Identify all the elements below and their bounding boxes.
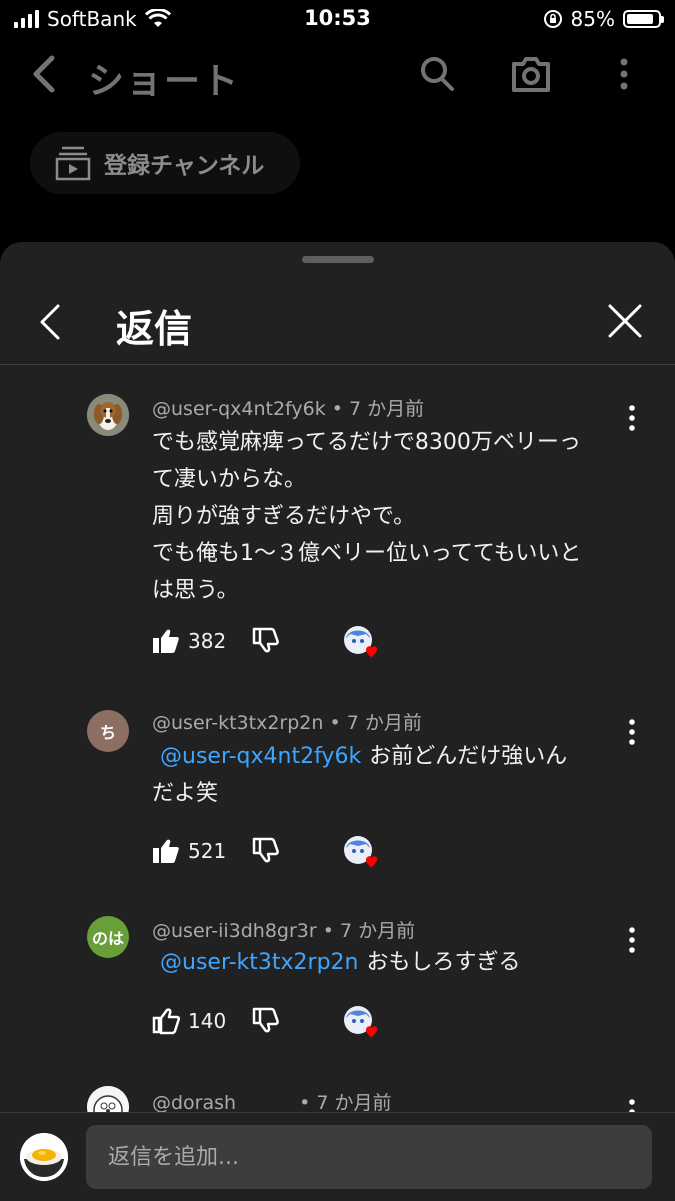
reply-text: でも感覚麻痺ってるだけで8300万ベリーっ て凄いからな。 周りが強すぎるだけや… (152, 430, 582, 603)
status-bar: SoftBank 10:53 85% (0, 0, 675, 38)
search-icon[interactable] (418, 54, 456, 94)
reply-text: @user-qx4nt2fy6k お前どんだけ強いん だよ笑 (152, 744, 568, 806)
author-name[interactable]: @user-kt3tx2rp2n (152, 712, 323, 734)
more-vert-icon[interactable] (626, 404, 638, 432)
orientation-lock-icon (543, 10, 562, 28)
author-name[interactable]: @user-ii3dh8gr3r (152, 920, 317, 942)
back-chevron-icon[interactable] (36, 302, 64, 342)
close-icon[interactable] (606, 302, 644, 340)
reply-age: 7 か月前 (346, 712, 422, 734)
like-filled-icon[interactable] (152, 627, 180, 655)
status-right: 85% (543, 7, 664, 31)
app-header: ショート (0, 40, 675, 112)
sheet-title: 返信 (116, 307, 193, 351)
like-filled-icon[interactable] (152, 837, 180, 865)
reply-meta: @user-qx4nt2fy6k • 7 か月前 (152, 398, 425, 420)
creator-heart-icon (342, 834, 378, 870)
battery-percent: 85% (570, 7, 615, 31)
subscriptions-icon (55, 146, 91, 181)
avatar[interactable]: のは (87, 916, 129, 958)
avatar[interactable]: ち (87, 710, 129, 752)
reply-input[interactable] (86, 1125, 652, 1189)
like-count: 140 (188, 1009, 227, 1033)
subscriptions-chip[interactable]: 登録チャンネル (30, 132, 300, 194)
page-title: ショート (88, 61, 241, 102)
mention-link[interactable]: @user-kt3tx2rp2n (160, 950, 358, 975)
camera-icon[interactable] (510, 54, 552, 94)
drag-handle[interactable] (302, 256, 374, 263)
egg-rice-avatar-icon (20, 1133, 68, 1181)
replies-sheet: 返信 @user-qx4nt2fy6k • 7 か月前 でも感覚麻痺ってるだけで… (0, 242, 675, 1200)
more-vert-icon[interactable] (626, 718, 638, 746)
more-vert-icon[interactable] (626, 926, 638, 954)
author-name[interactable]: @dorash______ (152, 1092, 293, 1114)
reply-actions: 521 (152, 836, 378, 868)
reply-actions: 140 (152, 1006, 378, 1038)
back-arrow-icon[interactable] (28, 54, 58, 94)
reply-meta: @user-kt3tx2rp2n • 7 か月前 (152, 712, 422, 734)
like-outline-icon[interactable] (152, 1007, 180, 1035)
reply-meta: @dorash______ • 7 か月前 (152, 1092, 392, 1114)
creator-heart-icon (342, 1004, 378, 1040)
chip-label: 登録チャンネル (104, 153, 265, 179)
battery-icon (623, 10, 664, 28)
more-vert-icon[interactable] (616, 54, 632, 94)
reply-composer (0, 1112, 675, 1201)
mention-link[interactable]: @user-qx4nt2fy6k (160, 744, 361, 769)
author-name[interactable]: @user-qx4nt2fy6k (152, 398, 326, 420)
creator-heart-icon (342, 624, 378, 660)
reply-meta: @user-ii3dh8gr3r • 7 か月前 (152, 920, 416, 942)
dislike-icon[interactable] (252, 836, 280, 864)
reply-age: 7 か月前 (340, 920, 416, 942)
reply-age: 7 か月前 (316, 1092, 392, 1114)
like-count: 521 (188, 839, 227, 863)
sheet-header: 返信 (0, 282, 675, 365)
reply-age: 7 か月前 (349, 398, 425, 420)
reply-text: @user-kt3tx2rp2n おもしろすぎる (160, 950, 521, 975)
dislike-icon[interactable] (252, 626, 280, 654)
like-count: 382 (188, 629, 227, 653)
reply-actions: 382 (152, 626, 378, 658)
dislike-icon[interactable] (252, 1006, 280, 1034)
beagle-dog-avatar-icon[interactable] (87, 394, 129, 436)
